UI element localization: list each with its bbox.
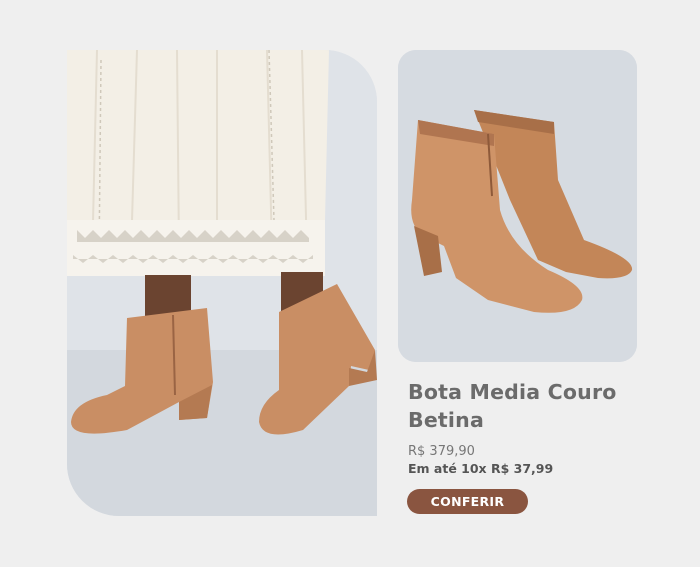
product-title: Bota Media Couro Betina: [408, 380, 617, 432]
product-detail-image: [398, 50, 637, 362]
product-installments: Em até 10x R$ 37,99: [408, 461, 554, 476]
product-lifestyle-image: [67, 50, 377, 516]
product-price: R$ 379,90: [408, 444, 475, 459]
conferir-button[interactable]: CONFERIR: [407, 489, 528, 514]
